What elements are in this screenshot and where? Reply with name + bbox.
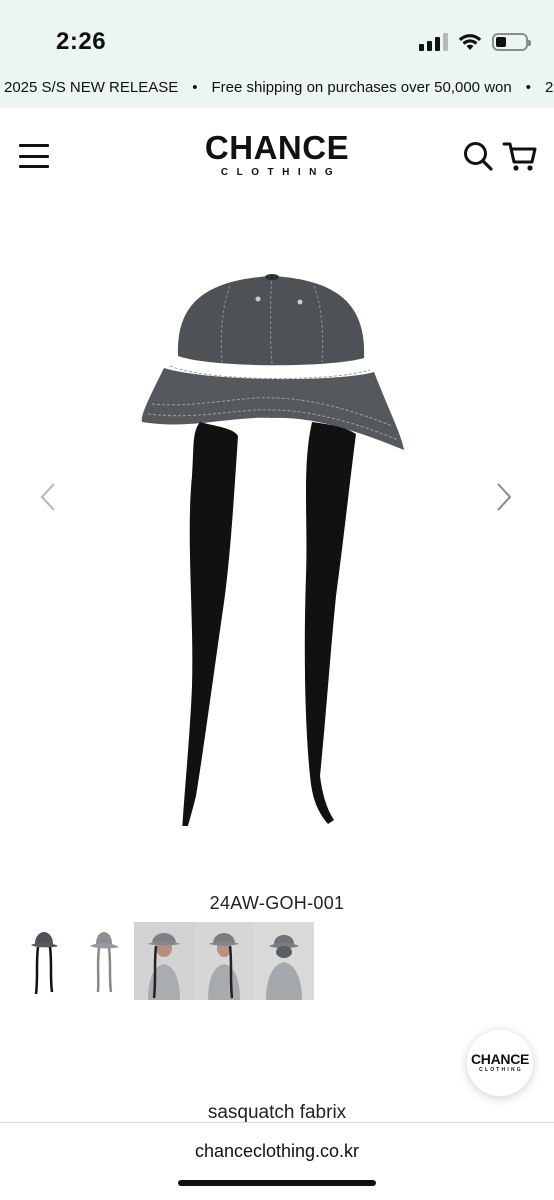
thumbnail-1[interactable] [14,922,74,1000]
browser-url-bar[interactable]: chanceclothing.co.kr [0,1122,554,1200]
announcement-bar: 2025 S/S NEW RELEASE • Free shipping on … [0,70,554,108]
cellular-signal-icon [419,33,448,51]
thumbnail-strip [14,922,314,1000]
announcement-item: 202 [544,79,554,96]
chevron-left-icon[interactable] [36,480,60,514]
thumbnail-5[interactable] [254,922,314,1000]
product-gallery[interactable] [0,200,554,890]
wifi-icon [458,34,482,50]
product-image [141,274,404,826]
product-sku: 24AW-GOH-001 [209,893,345,913]
url-text[interactable]: chanceclothing.co.kr [0,1141,554,1162]
status-time: 2:26 [56,28,107,55]
floating-chance-button[interactable]: CHANCE CLOTHING [467,1030,533,1096]
chevron-right-icon[interactable] [492,480,516,514]
thumbnail-4[interactable] [194,922,254,1000]
announcement-separator: • [525,79,531,96]
battery-icon [492,33,531,51]
fab-sub-text: CLOTHING [479,1067,523,1073]
site-header: CHANCE CLOTHING [0,108,554,200]
product-brand: sasquatch fabrix [207,1102,347,1123]
fab-main-text: CHANCE [470,1051,530,1067]
shopping-cart-icon[interactable] [502,138,538,174]
announcement-separator: • [192,79,198,96]
home-indicator[interactable] [178,1180,376,1186]
status-icons [419,33,531,51]
status-bar: 2:26 [0,0,554,70]
announcement-item: Free shipping on purchases over 50,000 w… [211,79,512,96]
announcement-item: 2025 S/S NEW RELEASE [4,79,179,96]
thumbnail-3[interactable] [134,922,194,1000]
search-icon[interactable] [462,140,494,172]
thumbnail-2[interactable] [74,922,134,1000]
